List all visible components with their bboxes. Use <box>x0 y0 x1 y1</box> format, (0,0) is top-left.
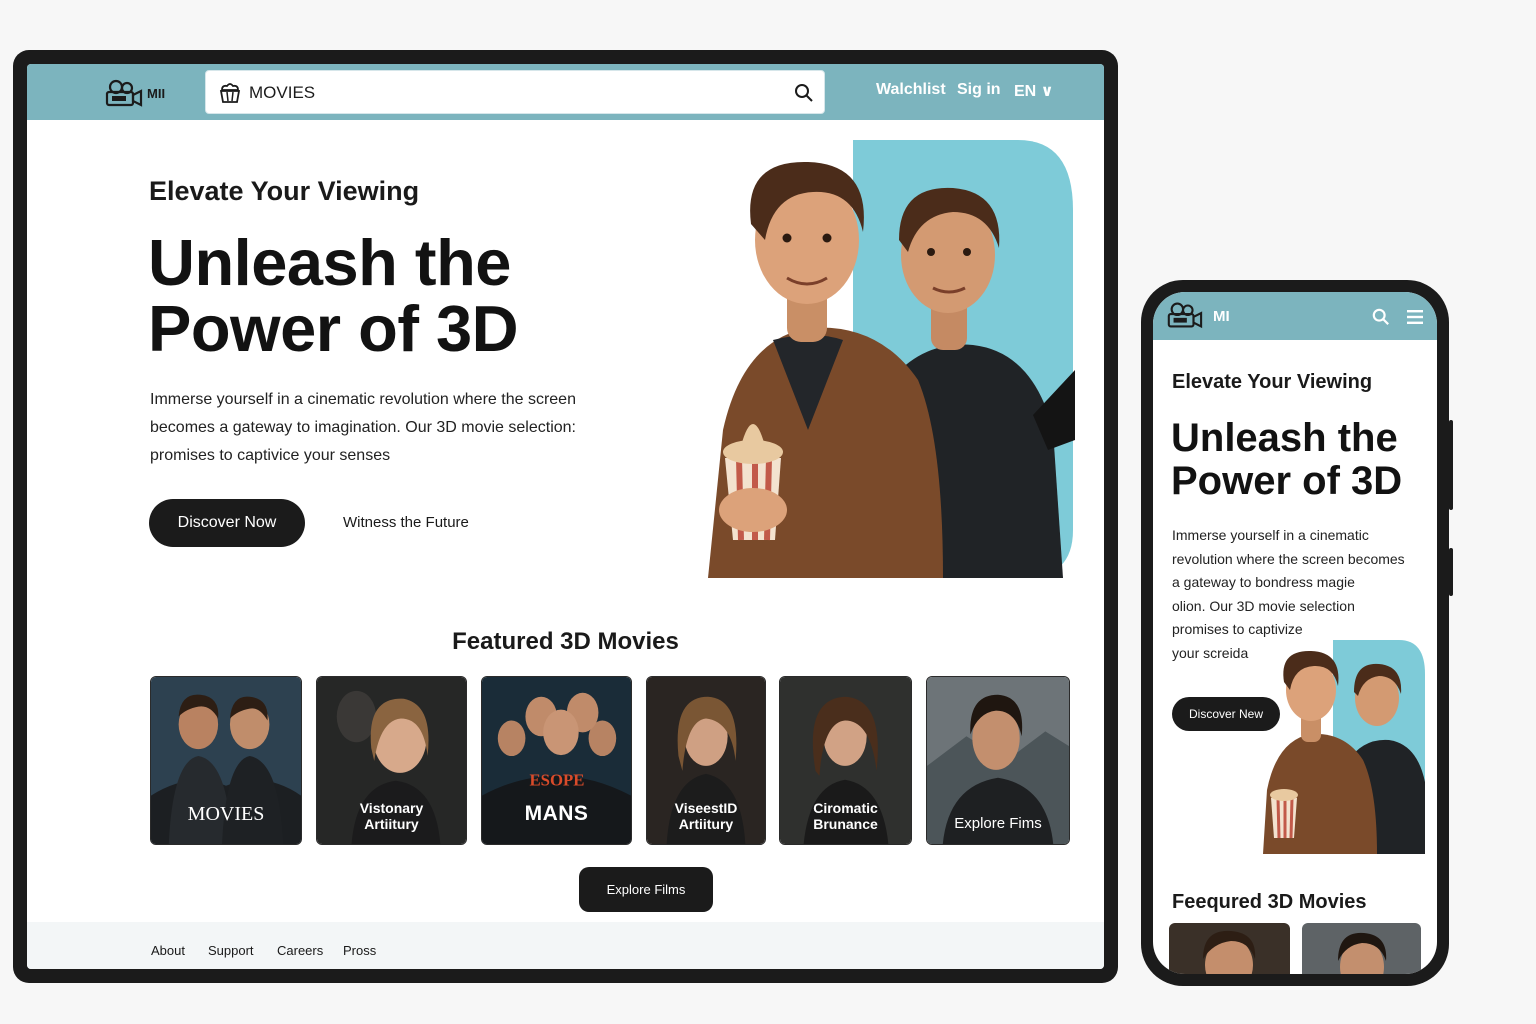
search-bar[interactable]: MOVIES <box>205 70 825 114</box>
movie-card-title: Ciromatic Brunance <box>780 800 911 832</box>
movie-card-title: ViseestID Artiitury <box>647 800 765 832</box>
mobile-device-frame: MI Elevate Your Viewing Unleash the Powe… <box>1141 280 1449 986</box>
popcorn-basket-icon <box>219 83 241 103</box>
featured-section-title: Featured 3D Movies <box>452 628 679 655</box>
hero-kicker: Elevate Your Viewing <box>1172 371 1373 393</box>
headline-line: Power of 3D <box>1171 459 1403 503</box>
poster-image <box>1302 923 1421 974</box>
hero-description: Immerse yourself in a cinematic revoluti… <box>150 386 610 470</box>
title-line: Artiitury <box>364 816 419 832</box>
search-input[interactable]: MOVIES <box>249 83 315 103</box>
phone-side-button <box>1449 420 1453 510</box>
desktop-device-frame: MII MOVIES Walchlist Sig in EN ∨ Elevate… <box>13 50 1118 983</box>
watchlist-link[interactable]: Walchlist <box>876 81 946 99</box>
description-line: promises to captivice your senses <box>150 447 391 464</box>
film-projector-logo-icon[interactable] <box>103 78 143 108</box>
description-line: Immerse yourself in a cinematic <box>1172 527 1369 543</box>
desktop-screen: MII MOVIES Walchlist Sig in EN ∨ Elevate… <box>27 64 1104 969</box>
hero-headline: Unleash the Power of 3D <box>148 230 519 365</box>
description-line: promises to captivize <box>1172 621 1303 637</box>
footer: About Support Careers Pross <box>27 922 1104 969</box>
headline-line: Unleash the <box>1171 416 1398 460</box>
description-line: a gateway to bondress magie <box>1172 574 1355 590</box>
description-line: olion. Our 3D movie selection <box>1172 597 1355 614</box>
movie-card-explore-fims[interactable]: Explore Fims <box>926 676 1070 845</box>
movie-card-viseestid[interactable]: ViseestID Artiitury <box>646 676 766 845</box>
title-line: Vistonary <box>359 800 424 816</box>
description-line: becomes a gateway to imagination. Our 3D… <box>150 419 576 436</box>
hero-3d-characters-image <box>1263 640 1425 854</box>
hero-3d-characters-image <box>708 140 1075 578</box>
logo-text: MI <box>1213 308 1230 325</box>
movie-card-title: Explore Fims <box>954 815 1042 832</box>
featured-section-title: Feequred 3D Movies <box>1172 891 1367 913</box>
explore-films-button[interactable]: Explore Films <box>579 867 713 912</box>
language-selector[interactable]: EN ∨ <box>1014 81 1054 101</box>
movie-card-mans[interactable]: ESOPE MANS <box>481 676 632 845</box>
description-line: revolution where the screen becomes <box>1172 550 1405 567</box>
hero-headline: Unleash the Power of 3D <box>1171 417 1402 503</box>
footer-link-support[interactable]: Support <box>208 943 254 958</box>
description-line: Immerse yourself in a cinematic revoluti… <box>150 391 576 408</box>
card-tag-text: ESOPE <box>530 771 585 790</box>
description-line: your screida <box>1172 644 1249 661</box>
phone-side-button <box>1449 548 1453 596</box>
mobile-navbar: MI <box>1153 292 1437 340</box>
witness-the-future-link[interactable]: Witness the Future <box>343 514 469 531</box>
poster-image <box>1169 923 1290 974</box>
hero-kicker: Elevate Your Viewing <box>149 176 420 206</box>
footer-link-about[interactable]: About <box>151 943 185 958</box>
discover-new-button[interactable]: Discover New <box>1172 697 1280 731</box>
film-projector-logo-icon[interactable] <box>1165 300 1203 330</box>
logo-text: MII <box>147 86 166 101</box>
desktop-navbar: MII MOVIES Walchlist Sig in EN ∨ <box>27 64 1104 120</box>
title-line: ViseestID <box>674 800 738 816</box>
title-line: Artiitury <box>678 816 734 832</box>
mobile-screen: MI Elevate Your Viewing Unleash the Powe… <box>1153 292 1437 974</box>
headline-line: Unleash the <box>148 226 511 299</box>
headline-line: Power of 3D <box>148 292 519 365</box>
search-icon[interactable] <box>794 83 814 103</box>
movie-card-title: MOVIES <box>187 803 265 825</box>
mobile-movie-card[interactable] <box>1302 923 1421 974</box>
mobile-movie-card[interactable] <box>1169 923 1290 974</box>
movie-card-vistonary[interactable]: Vistonary Artiitury <box>316 676 467 845</box>
discover-now-button[interactable]: Discover Now <box>149 499 305 547</box>
movie-card-movies[interactable]: MOVIES <box>150 676 302 845</box>
movie-card-title: Vistonary Artiitury <box>317 800 466 832</box>
footer-link-careers[interactable]: Careers <box>277 943 323 958</box>
search-icon[interactable] <box>1372 308 1390 326</box>
movie-card-title: MANS <box>524 802 589 825</box>
hamburger-menu-icon[interactable] <box>1406 309 1424 325</box>
footer-link-press[interactable]: Pross <box>343 943 376 958</box>
title-line: Brunance <box>813 816 878 832</box>
movie-card-ciromatic[interactable]: Ciromatic Brunance <box>779 676 912 845</box>
sign-in-link[interactable]: Sig in <box>957 81 1001 99</box>
title-line: Ciromatic <box>813 800 878 816</box>
